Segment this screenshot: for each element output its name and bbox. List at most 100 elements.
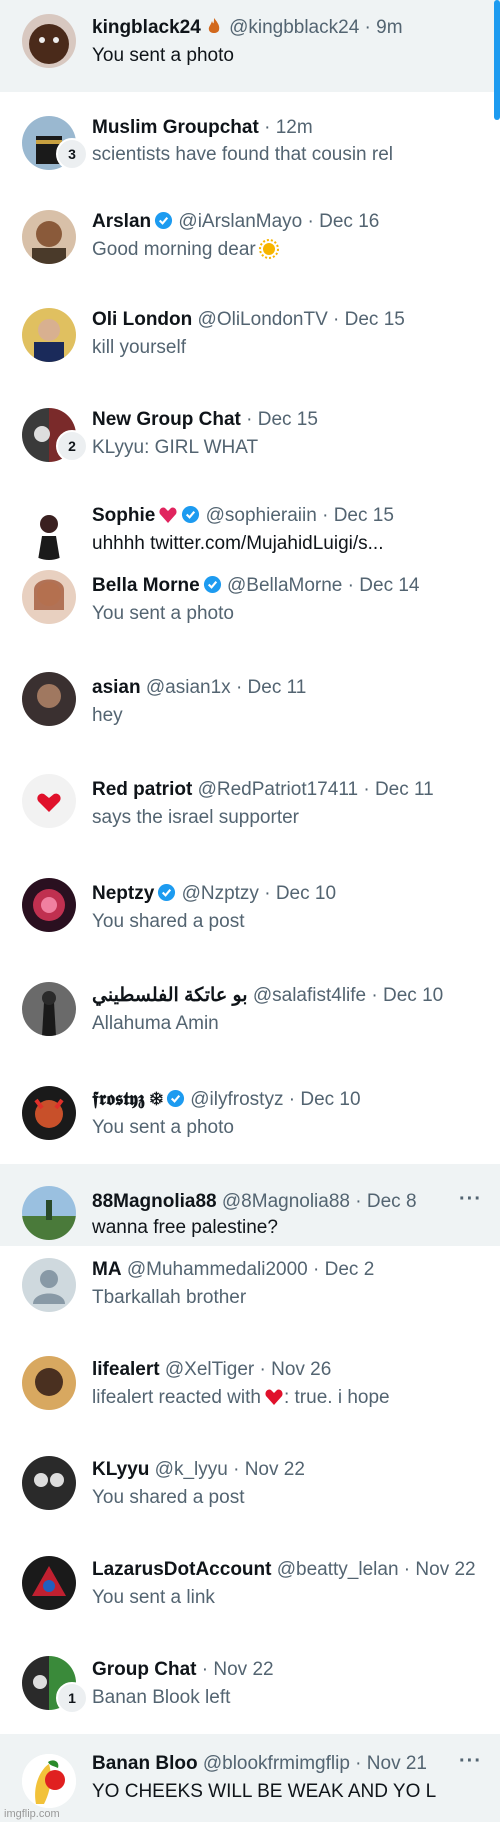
conversation-row[interactable]: KLyyu @k_lyyu · Nov 22 You shared a post bbox=[0, 1446, 500, 1546]
conversation-row[interactable]: 𝖋𝖗𝖔𝖘𝖙𝖞𝖟 ❄ @ilyfrostyz · Dec 10 You sent … bbox=[0, 1072, 500, 1164]
timestamp: Nov 26 bbox=[271, 1359, 332, 1380]
timestamp: Dec 14 bbox=[359, 575, 420, 596]
timestamp: Nov 21 bbox=[366, 1753, 427, 1774]
message-preview: Allahuma Amin bbox=[92, 1013, 219, 1034]
sender-handle: @kingbblack24 bbox=[229, 17, 360, 38]
timestamp: Dec 15 bbox=[257, 409, 318, 430]
conversation-row[interactable]: lifealert @XelTiger · Nov 26 lifealert r… bbox=[0, 1346, 500, 1446]
conversation-header: Arslan @iArslanMayo · Dec 16 bbox=[92, 211, 380, 232]
timestamp: Nov 22 bbox=[415, 1559, 476, 1580]
timestamp: Dec 10 bbox=[300, 1089, 361, 1110]
sender-name: Red patriot bbox=[92, 779, 193, 800]
sender-name: MA bbox=[92, 1259, 122, 1280]
conversation-row[interactable]: 1 Group Chat · Nov 22 Banan Blook left bbox=[0, 1646, 500, 1734]
conversation-row[interactable]: Red patriot @RedPatriot17411 · Dec 11 sa… bbox=[0, 764, 500, 866]
avatar bbox=[22, 982, 76, 1036]
conversation-header: Sophie @sophieraiin · Dec 15 bbox=[92, 505, 394, 526]
timestamp: Dec 16 bbox=[319, 211, 380, 232]
conversation-row[interactable]: 3 Muslim Groupchat · 12m scientists have… bbox=[0, 92, 500, 192]
message-preview: Good morning dear bbox=[92, 238, 442, 262]
avatar bbox=[22, 210, 76, 264]
conversation-header: Neptzy @Nzptzy · Dec 10 bbox=[92, 883, 337, 904]
sun-emoji-icon bbox=[258, 239, 279, 259]
conversation-header: Group Chat · Nov 22 bbox=[92, 1659, 274, 1680]
sender-name: Banan Bloo bbox=[92, 1753, 198, 1774]
conversation-row[interactable]: Sophie @sophieraiin · Dec 15 uhhhh twitt… bbox=[0, 492, 500, 566]
message-preview: says the israel supporter bbox=[92, 807, 299, 828]
avatar bbox=[22, 1356, 76, 1410]
message-preview: scientists have found that cousin rel bbox=[92, 144, 394, 165]
avatar bbox=[22, 506, 76, 560]
conversation-list: kingblack24 @kingbblack24 · 9m You sent … bbox=[0, 0, 500, 1822]
message-preview: You sent a photo bbox=[92, 603, 234, 624]
sender-handle: @beatty_lelan bbox=[276, 1559, 399, 1580]
message-preview: You sent a photo bbox=[92, 45, 234, 66]
timestamp: Dec 10 bbox=[383, 985, 444, 1006]
avatar bbox=[22, 570, 76, 624]
sender-name: Group Chat bbox=[92, 1659, 197, 1680]
verified-badge-icon bbox=[181, 505, 200, 524]
timestamp: Dec 10 bbox=[275, 883, 337, 904]
timestamp: Dec 15 bbox=[333, 505, 394, 526]
conversation-row[interactable]: LazarusDotAccount @beatty_lelan · Nov 22… bbox=[0, 1546, 500, 1646]
sender-name: KLyyu bbox=[92, 1459, 150, 1480]
sender-name: 88Magnolia88 bbox=[92, 1191, 217, 1212]
conversation-row[interactable]: Arslan @iArslanMayo · Dec 16 Good mornin… bbox=[0, 192, 500, 292]
sender-handle: @RedPatriot17411 bbox=[197, 779, 359, 800]
member-count-badge: 3 bbox=[56, 138, 88, 170]
timestamp: 12m bbox=[275, 117, 313, 138]
verified-badge-icon bbox=[154, 211, 173, 230]
timestamp: Dec 11 bbox=[247, 677, 307, 698]
heart-emoji-icon bbox=[264, 1387, 284, 1407]
avatar bbox=[22, 1556, 76, 1610]
message-preview: YO CHEEKS WILL BE WEAK AND YO L bbox=[92, 1781, 437, 1802]
conversation-header: New Group Chat · Dec 15 bbox=[92, 409, 318, 430]
message-preview: You shared a post bbox=[92, 1487, 245, 1508]
message-preview: lifealert reacted with: true. i hope bbox=[92, 1387, 390, 1408]
conversation-row[interactable]: Bella Morne @BellaMorne · Dec 14 You sen… bbox=[0, 566, 500, 662]
conversation-row[interactable]: Neptzy @Nzptzy · Dec 10 You shared a pos… bbox=[0, 866, 500, 970]
conversation-row[interactable]: بو عاتكة الفلسطيني @salafist4life · Dec … bbox=[0, 970, 500, 1072]
avatar bbox=[22, 308, 76, 362]
sender-handle: @ilyfrostyz bbox=[190, 1089, 284, 1110]
conversation-row[interactable]: 88Magnolia88 @8Magnolia88 · Dec 8 ··· wa… bbox=[0, 1164, 500, 1246]
message-preview: kill yourself bbox=[92, 337, 186, 358]
message-preview: You shared a post bbox=[92, 911, 245, 932]
sender-name: Arslan bbox=[92, 211, 152, 232]
sender-handle: @sophieraiin bbox=[205, 505, 317, 526]
conversation-row[interactable]: kingblack24 @kingbblack24 · 9m You sent … bbox=[0, 0, 500, 92]
message-preview: KLyyu: GIRL WHAT bbox=[92, 437, 259, 458]
conversation-header: asian @asian1x · Dec 11 bbox=[92, 677, 307, 698]
conversation-header: kingblack24 @kingbblack24 · 9m bbox=[92, 17, 403, 38]
avatar bbox=[22, 1754, 76, 1808]
conversation-row[interactable]: MA @Muhammedali2000 · Dec 2 Tbarkallah b… bbox=[0, 1246, 500, 1346]
avatar bbox=[22, 672, 76, 726]
message-preview: uhhhh twitter.com/MujahidLuigi/s... bbox=[92, 533, 384, 554]
conversation-row[interactable]: Banan Bloo @blookfrmimgflip · Nov 21 ···… bbox=[0, 1734, 500, 1822]
verified-badge-icon bbox=[166, 1089, 185, 1108]
sender-name: Oli London bbox=[92, 309, 193, 330]
conversation-header: KLyyu @k_lyyu · Nov 22 bbox=[92, 1459, 305, 1480]
conversation-header: Muslim Groupchat · 12m bbox=[92, 117, 313, 138]
sender-handle: @k_lyyu bbox=[154, 1459, 228, 1480]
message-preview: Tbarkallah brother bbox=[92, 1287, 247, 1308]
conversation-header: Red patriot @RedPatriot17411 · Dec 11 bbox=[92, 779, 434, 800]
sender-handle: @blookfrmimgflip bbox=[202, 1753, 350, 1774]
heart-fire-emoji-icon bbox=[158, 505, 178, 525]
sender-name: 𝖋𝖗𝖔𝖘𝖙𝖞𝖟 ❄ bbox=[92, 1089, 163, 1110]
sender-handle: @Nzptzy bbox=[181, 883, 259, 904]
conversation-header: LazarusDotAccount @beatty_lelan · Nov 22 bbox=[92, 1559, 476, 1580]
sender-name: lifealert bbox=[92, 1359, 160, 1380]
member-count-badge: 1 bbox=[56, 1682, 88, 1714]
conversation-row[interactable]: 2 New Group Chat · Dec 15 KLyyu: GIRL WH… bbox=[0, 392, 500, 492]
avatar bbox=[22, 1186, 76, 1240]
more-options-icon[interactable]: ··· bbox=[459, 1188, 482, 1211]
message-preview: You sent a link bbox=[92, 1587, 215, 1608]
fire-emoji-icon bbox=[204, 17, 224, 37]
sender-name: Muslim Groupchat bbox=[92, 117, 259, 138]
conversation-row[interactable]: Oli London @OliLondonTV · Dec 15 kill yo… bbox=[0, 292, 500, 392]
more-options-icon[interactable]: ··· bbox=[459, 1750, 482, 1773]
conversation-row[interactable]: asian @asian1x · Dec 11 hey bbox=[0, 662, 500, 764]
timestamp: Dec 2 bbox=[324, 1259, 375, 1280]
timestamp: Nov 22 bbox=[213, 1659, 274, 1680]
